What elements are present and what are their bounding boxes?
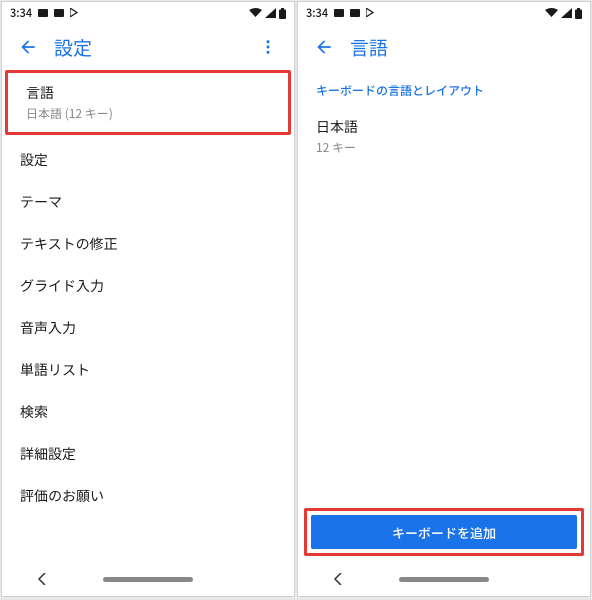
signal-icon	[265, 8, 276, 18]
navigation-bar	[2, 562, 294, 596]
add-keyboard-highlight: キーボードを追加	[304, 508, 584, 556]
app-bar: 言語	[298, 24, 590, 70]
list-item-settings[interactable]: 設定	[2, 139, 294, 181]
settings-list: 言語 日本語 (12 キー) 設定 テーマ テキストの修正 グライド入力 音声入…	[2, 70, 294, 596]
message-icon	[350, 5, 360, 21]
list-item-theme[interactable]: テーマ	[2, 181, 294, 223]
list-item-japanese[interactable]: 日本語 12 キー	[298, 107, 590, 166]
list-item-feedback[interactable]: 評価のお願い	[2, 475, 294, 517]
card-icon	[334, 5, 344, 21]
battery-icon	[279, 8, 286, 19]
status-bar: 3:34	[298, 2, 590, 24]
phone-right: 3:34 言語 キーボードの言語とレイアウト 日本語 12 キー キーボードを追…	[297, 1, 591, 597]
play-icon	[366, 5, 374, 21]
app-title: 設定	[54, 34, 250, 61]
language-list: キーボードの言語とレイアウト 日本語 12 キー キーボードを追加	[298, 70, 590, 596]
list-item-subtitle: 日本語 (12 キー)	[26, 105, 270, 122]
nav-home-pill[interactable]	[399, 577, 489, 582]
status-bar: 3:34	[2, 2, 294, 24]
wifi-icon	[249, 8, 262, 18]
section-header: キーボードの言語とレイアウト	[298, 70, 590, 107]
card-icon	[38, 5, 48, 21]
message-icon	[54, 5, 64, 21]
back-button[interactable]	[10, 29, 46, 65]
list-item-language[interactable]: 言語 日本語 (12 キー)	[5, 70, 291, 135]
list-item-subtitle: 12 キー	[316, 139, 572, 156]
list-item-search[interactable]: 検索	[2, 391, 294, 433]
navigation-bar	[298, 562, 590, 596]
battery-icon	[575, 8, 582, 19]
app-bar: 設定	[2, 24, 294, 70]
list-item-glide-input[interactable]: グライド入力	[2, 265, 294, 307]
phone-left: 3:34 設定 言語 日本語 (12 キー) 設定 テーマ テキストの修正 グラ…	[1, 1, 295, 597]
status-time: 3:34	[10, 5, 32, 21]
list-item-text-correction[interactable]: テキストの修正	[2, 223, 294, 265]
back-button[interactable]	[306, 29, 342, 65]
app-title: 言語	[350, 34, 582, 61]
list-item-word-list[interactable]: 単語リスト	[2, 349, 294, 391]
list-item-title: 言語	[26, 83, 270, 103]
status-time: 3:34	[306, 5, 328, 21]
list-item-advanced[interactable]: 詳細設定	[2, 433, 294, 475]
play-icon	[70, 5, 78, 21]
overflow-menu-button[interactable]	[250, 29, 286, 65]
list-item-title: 日本語	[316, 117, 572, 137]
list-item-voice-input[interactable]: 音声入力	[2, 307, 294, 349]
add-keyboard-label: キーボードを追加	[392, 523, 496, 542]
add-keyboard-button[interactable]: キーボードを追加	[311, 515, 577, 549]
nav-home-pill[interactable]	[103, 577, 193, 582]
signal-icon	[561, 8, 572, 18]
nav-back-button[interactable]	[22, 573, 62, 585]
wifi-icon	[545, 8, 558, 18]
nav-back-button[interactable]	[318, 573, 358, 585]
